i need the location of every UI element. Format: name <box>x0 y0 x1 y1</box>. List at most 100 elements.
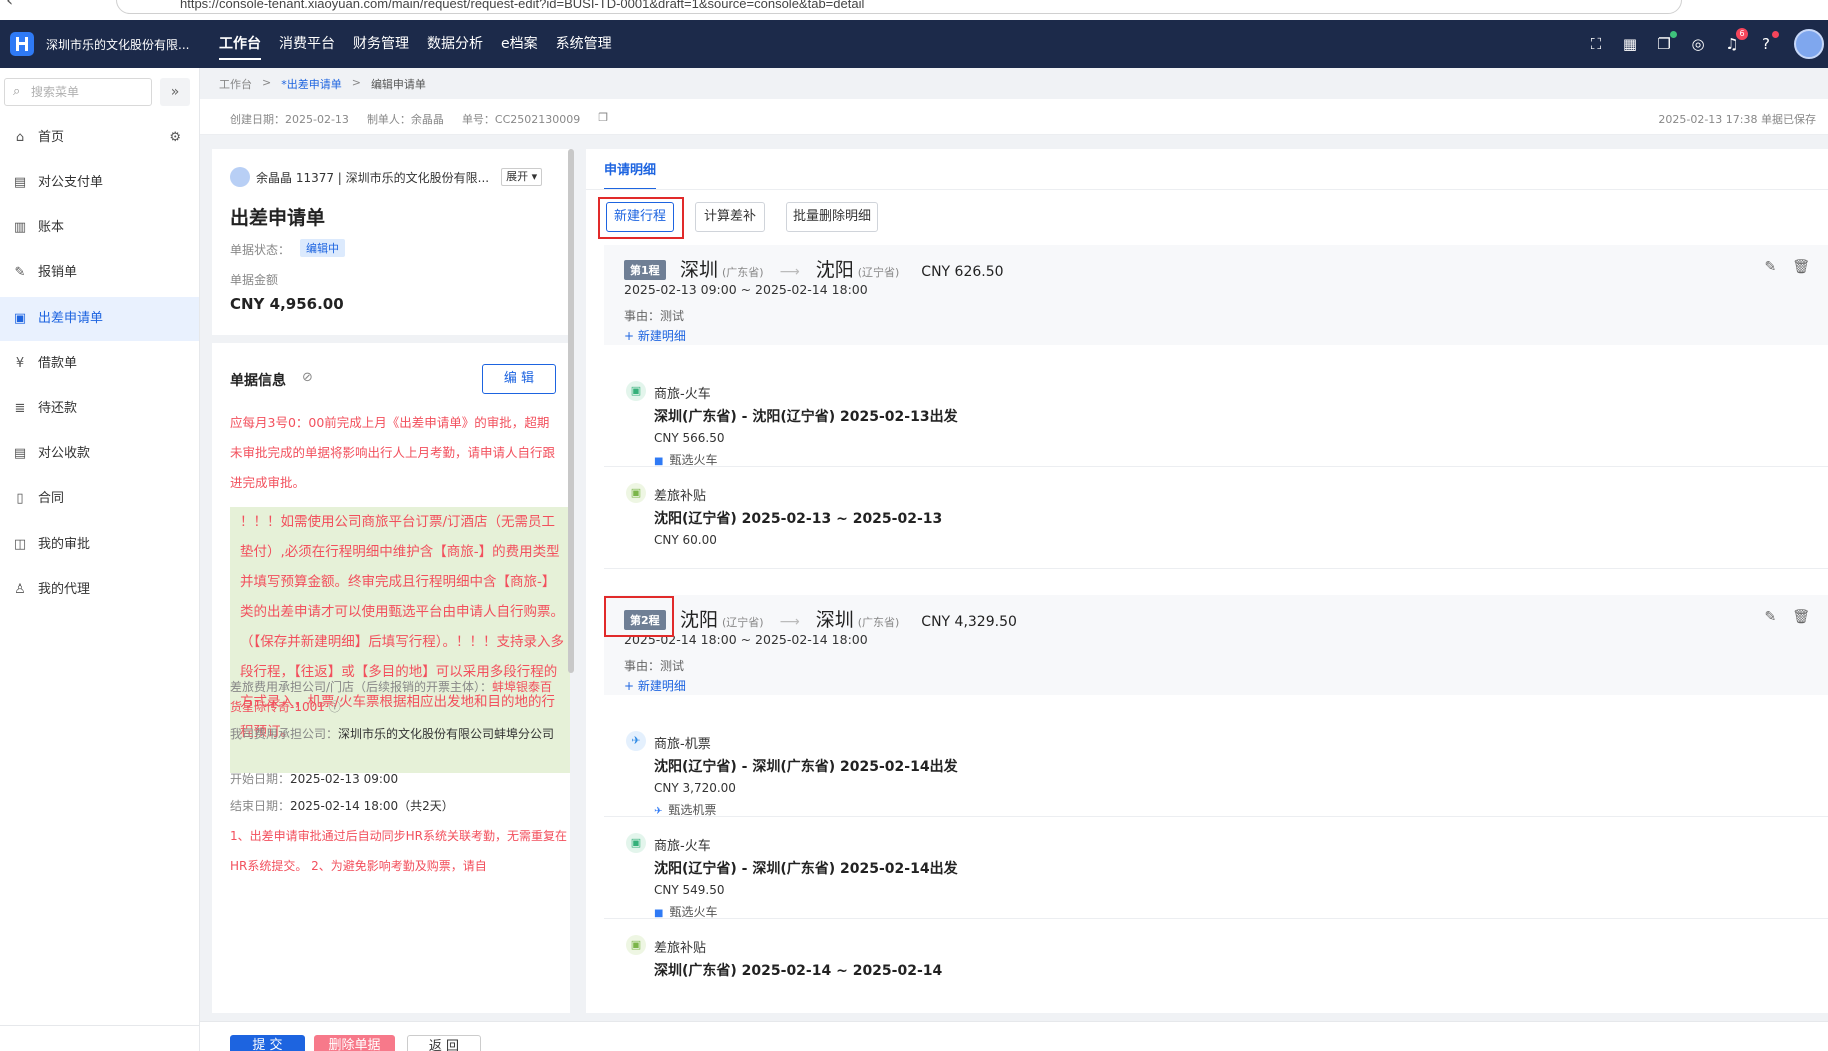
detail-route: 沈阳(辽宁省) 2025-02-13 ~ 2025-02-13 <box>654 511 943 527</box>
sidebar-item-corp-receipt[interactable]: ▤ 对公收款 <box>0 432 199 476</box>
arrow-right-icon: ⟶ <box>779 614 800 630</box>
add-detail-label: 新建明细 <box>637 679 686 693</box>
allowance-icon: ▣ <box>626 483 646 503</box>
trash-icon[interactable]: 🗑 <box>1792 609 1810 625</box>
to-province: (辽宁省) <box>857 266 900 279</box>
status-badge: 编辑中 <box>300 239 345 257</box>
arrow-right-icon: ⟶ <box>779 264 800 280</box>
delete-document-button[interactable]: 删除单据 <box>314 1035 395 1051</box>
sidebar-item-label: 对公收款 <box>38 446 91 461</box>
info-icon[interactable]: ⓘ <box>329 700 341 714</box>
stack-icon: ≣ <box>14 401 26 416</box>
edit-icon[interactable]: ✎ <box>1764 609 1776 625</box>
sidebar-item-contract[interactable]: ▯ 合同 <box>0 477 199 521</box>
sidebar-item-corp-payment[interactable]: ▤ 对公支付单 <box>0 161 199 205</box>
sidebar-item-my-proxy[interactable]: ♙ 我的代理 <box>0 568 199 612</box>
menu-e-archive[interactable]: e档案 <box>501 20 538 68</box>
bottom-action-bar: 提 交 删除单据 返 回 <box>200 1021 1828 1051</box>
help-icon[interactable]: ? <box>1756 31 1779 54</box>
train-small-icon: ■ <box>654 908 664 919</box>
detail-source: ■ 甄选火车 <box>654 903 717 920</box>
plane-small-icon: ✈ <box>654 806 663 817</box>
add-detail-label: 新建明细 <box>637 329 686 343</box>
submit-button[interactable]: 提 交 <box>230 1035 305 1051</box>
book-icon: ▥ <box>13 220 27 235</box>
created-date: 创建日期：2025-02-13 <box>230 113 349 126</box>
edit-doc-icon: ✎ <box>14 265 26 280</box>
sidebar-item-label: 合同 <box>38 491 65 506</box>
maker: 制单人：余晶晶 <box>366 113 444 126</box>
breadcrumb-workbench[interactable]: 工作台 <box>219 76 252 92</box>
edit-button[interactable]: 编 辑 <box>482 364 556 394</box>
menu-search-input[interactable]: ⌕ 搜索菜单 <box>4 78 152 106</box>
sidebar-item-reimbursement[interactable]: ✎ 报销单 <box>0 251 199 295</box>
detail-route: 深圳(广东省) - 沈阳(辽宁省) 2025-02-13出发 <box>654 409 958 425</box>
lightbulb-icon[interactable]: ◎ <box>1688 34 1708 54</box>
receipt-icon: ▤ <box>13 446 27 461</box>
sidebar-item-travel-request[interactable]: ▣ 出差申请单 <box>0 297 199 341</box>
detail-route: 沈阳(辽宁省) - 深圳(广东省) 2025-02-14出发 <box>654 759 958 775</box>
train-icon: ▣ <box>626 833 646 853</box>
calc-allowance-button[interactable]: 计算差补 <box>695 202 765 232</box>
sidebar-item-label: 首页 <box>38 130 65 145</box>
window-switch-icon[interactable]: ❐ <box>1654 31 1677 54</box>
menu-consume-platform[interactable]: 消费平台 <box>279 20 335 68</box>
end-date-field: 结束日期：2025-02-14 18:00（共2天） <box>230 796 560 816</box>
batch-delete-button[interactable]: 批量删除明细 <box>786 202 878 232</box>
company-name[interactable]: 深圳市乐的文化股份有限... <box>46 36 189 53</box>
sidebar-item-my-approval[interactable]: ◫ 我的审批 <box>0 523 199 567</box>
sidebar-item-repayment[interactable]: ≣ 待还款 <box>0 387 199 431</box>
bell-icon[interactable]: ♫ 6 <box>1722 28 1748 54</box>
trash-icon[interactable]: 🗑 <box>1792 259 1810 275</box>
approval-deadline-notice: 应每月3号0：00前完成上月《出差申请单》的审批，超期未审批完成的单据将影响出行… <box>230 415 556 490</box>
detail-item[interactable]: ▣ 商旅-火车 沈阳(辽宁省) - 深圳(广东省) 2025-02-14出发 C… <box>604 821 1828 919</box>
train-icon: ▣ <box>626 381 646 401</box>
document-info-panel: 单据信息 ⊘ 编 辑 应每月3号0：00前完成上月《出差申请单》的审批，超期未审… <box>212 343 570 1013</box>
highlight-box <box>604 596 674 637</box>
eye-off-icon[interactable]: ⊘ <box>302 370 313 385</box>
sidebar-item-home[interactable]: ⌂ 首页 ⚙ <box>0 116 199 160</box>
url-text[interactable]: https://console-tenant.xiaoyuan.com/main… <box>180 0 864 11</box>
detail-type: 商旅-机票 <box>654 737 711 752</box>
sidebar-item-label: 借款单 <box>38 356 78 371</box>
detail-item[interactable]: ▣ 差旅补贴 深圳(广东省) 2025-02-14 ~ 2025-02-14 <box>604 923 1828 1013</box>
allowance-icon: ▣ <box>626 935 646 955</box>
sidebar-item-loan[interactable]: ¥ 借款单 <box>0 342 199 386</box>
fullscreen-icon[interactable]: ⛶ <box>1586 34 1606 54</box>
detail-type: 差旅补贴 <box>654 489 707 504</box>
user-avatar[interactable] <box>1794 29 1824 59</box>
search-placeholder: 搜索菜单 <box>31 85 80 99</box>
start-value: 2025-02-13 09:00 <box>290 772 399 786</box>
edit-icon[interactable]: ✎ <box>1764 259 1776 275</box>
to-city: 深圳 <box>815 609 854 631</box>
detail-item[interactable]: ✈ 商旅-机票 沈阳(辽宁省) - 深圳(广东省) 2025-02-14出发 C… <box>604 719 1828 817</box>
train-small-icon: ■ <box>654 456 664 467</box>
trip-amount: CNY 626.50 <box>921 264 1004 280</box>
back-button[interactable]: 返 回 <box>407 1035 481 1051</box>
sidebar-item-ledger[interactable]: ▥ 账本 <box>0 206 199 250</box>
sidebar-item-label: 我的代理 <box>38 582 91 597</box>
tab-request-detail[interactable]: 申请明细 <box>604 159 657 190</box>
menu-system[interactable]: 系统管理 <box>556 20 612 68</box>
app-logo-icon[interactable] <box>10 32 34 56</box>
menu-data-analysis[interactable]: 数据分析 <box>427 20 483 68</box>
menu-workbench[interactable]: 工作台 <box>219 20 261 68</box>
left-panel-scrollbar[interactable] <box>568 149 574 673</box>
breadcrumb-travel-request[interactable]: *出差申请单 <box>281 76 342 92</box>
add-detail-link[interactable]: + 新建明细 <box>624 327 686 344</box>
highlight-box <box>598 197 684 239</box>
detail-item[interactable]: ▣ 商旅-火车 深圳(广东省) - 沈阳(辽宁省) 2025-02-13出发 C… <box>604 369 1828 467</box>
sidebar-collapse-button[interactable]: » <box>160 78 190 106</box>
detail-item[interactable]: ▣ 差旅补贴 沈阳(辽宁省) 2025-02-13 ~ 2025-02-13 C… <box>604 471 1828 569</box>
expand-button[interactable]: 展开 ▾ <box>501 168 543 186</box>
add-detail-link[interactable]: + 新建明细 <box>624 677 686 694</box>
back-arrow-icon[interactable]: ‹ <box>6 0 13 11</box>
menu-finance[interactable]: 财务管理 <box>353 20 409 68</box>
copy-icon[interactable]: ❐ <box>598 111 608 127</box>
sidebar: ⌕ 搜索菜单 » ⌂ 首页 ⚙ ▤ 对公支付单 ▥ 账本 ✎ 报销单 ▣ 出差申… <box>0 68 200 1051</box>
gear-icon[interactable]: ⚙ <box>169 116 181 160</box>
from-city: 深圳 <box>680 259 719 281</box>
detail-route: 沈阳(辽宁省) - 深圳(广东省) 2025-02-14出发 <box>654 861 958 877</box>
our-company-field: 我司费用承担公司：深圳市乐的文化股份有限公司蚌埠分公司 <box>230 724 560 744</box>
apps-grid-icon[interactable]: ▦ <box>1620 34 1640 54</box>
